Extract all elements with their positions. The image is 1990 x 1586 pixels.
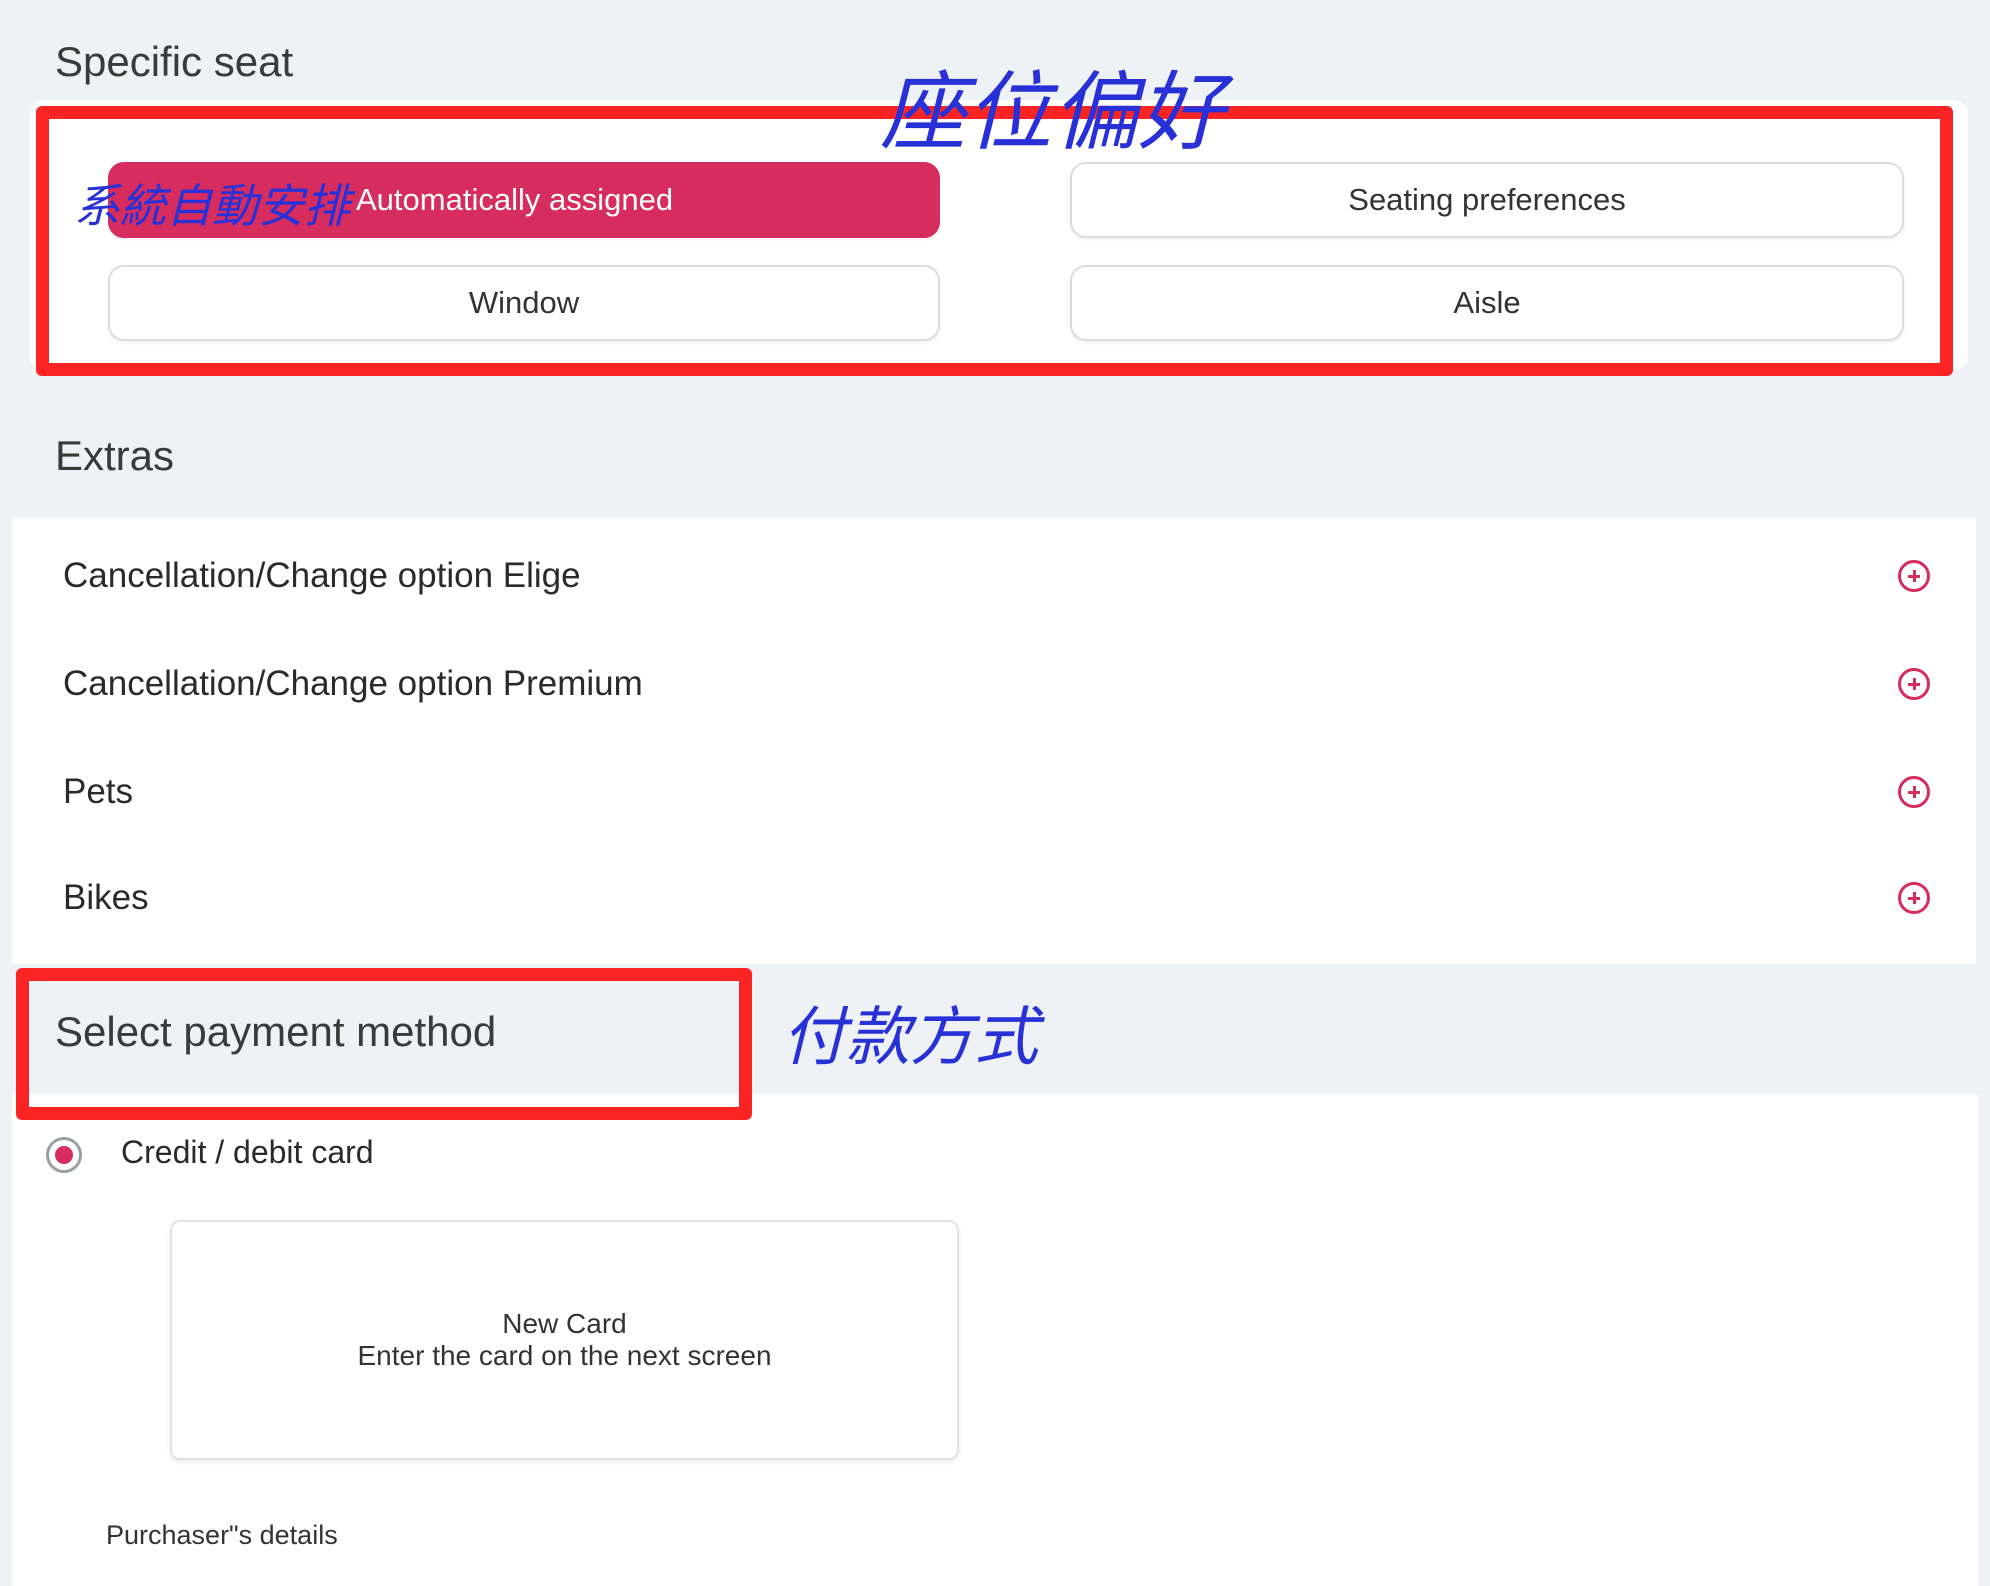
extra-item-premium[interactable]: Cancellation/Change option Premium	[12, 630, 1976, 738]
plus-circle-icon[interactable]	[1898, 560, 1930, 592]
plus-circle-icon[interactable]	[1898, 882, 1930, 914]
extra-item-bikes[interactable]: Bikes	[12, 844, 1976, 952]
new-card-option[interactable]: New Card Enter the card on the next scre…	[170, 1220, 959, 1460]
plus-circle-icon[interactable]	[1898, 668, 1930, 700]
payment-annotation-box	[16, 968, 752, 1120]
purchaser-details-label: Purchaser"s details	[106, 1520, 338, 1550]
new-card-title: New Card	[502, 1308, 627, 1339]
auto-assign-annotation-text: 系統自動安排	[74, 179, 350, 233]
credit-card-radio[interactable]	[46, 1137, 82, 1173]
extra-item-label: Pets	[63, 772, 134, 811]
credit-card-label[interactable]: Credit / debit card	[121, 1134, 374, 1171]
radio-selected-dot	[55, 1146, 73, 1164]
extra-item-label: Cancellation/Change option Premium	[63, 664, 643, 703]
extras-section-title: Extras	[55, 432, 175, 479]
extra-item-label: Cancellation/Change option Elige	[63, 556, 581, 595]
extra-item-label: Bikes	[63, 878, 149, 917]
payment-annotation-text: 付款方式	[782, 1001, 1038, 1075]
plus-circle-icon[interactable]	[1898, 776, 1930, 808]
extra-item-pets[interactable]: Pets	[12, 738, 1976, 846]
extra-item-elige[interactable]: Cancellation/Change option Elige	[12, 522, 1976, 630]
seat-annotation-text: 座位偏好	[880, 63, 1224, 163]
seat-section-title: Specific seat	[55, 38, 294, 85]
new-card-subtitle: Enter the card on the next screen	[357, 1340, 772, 1371]
